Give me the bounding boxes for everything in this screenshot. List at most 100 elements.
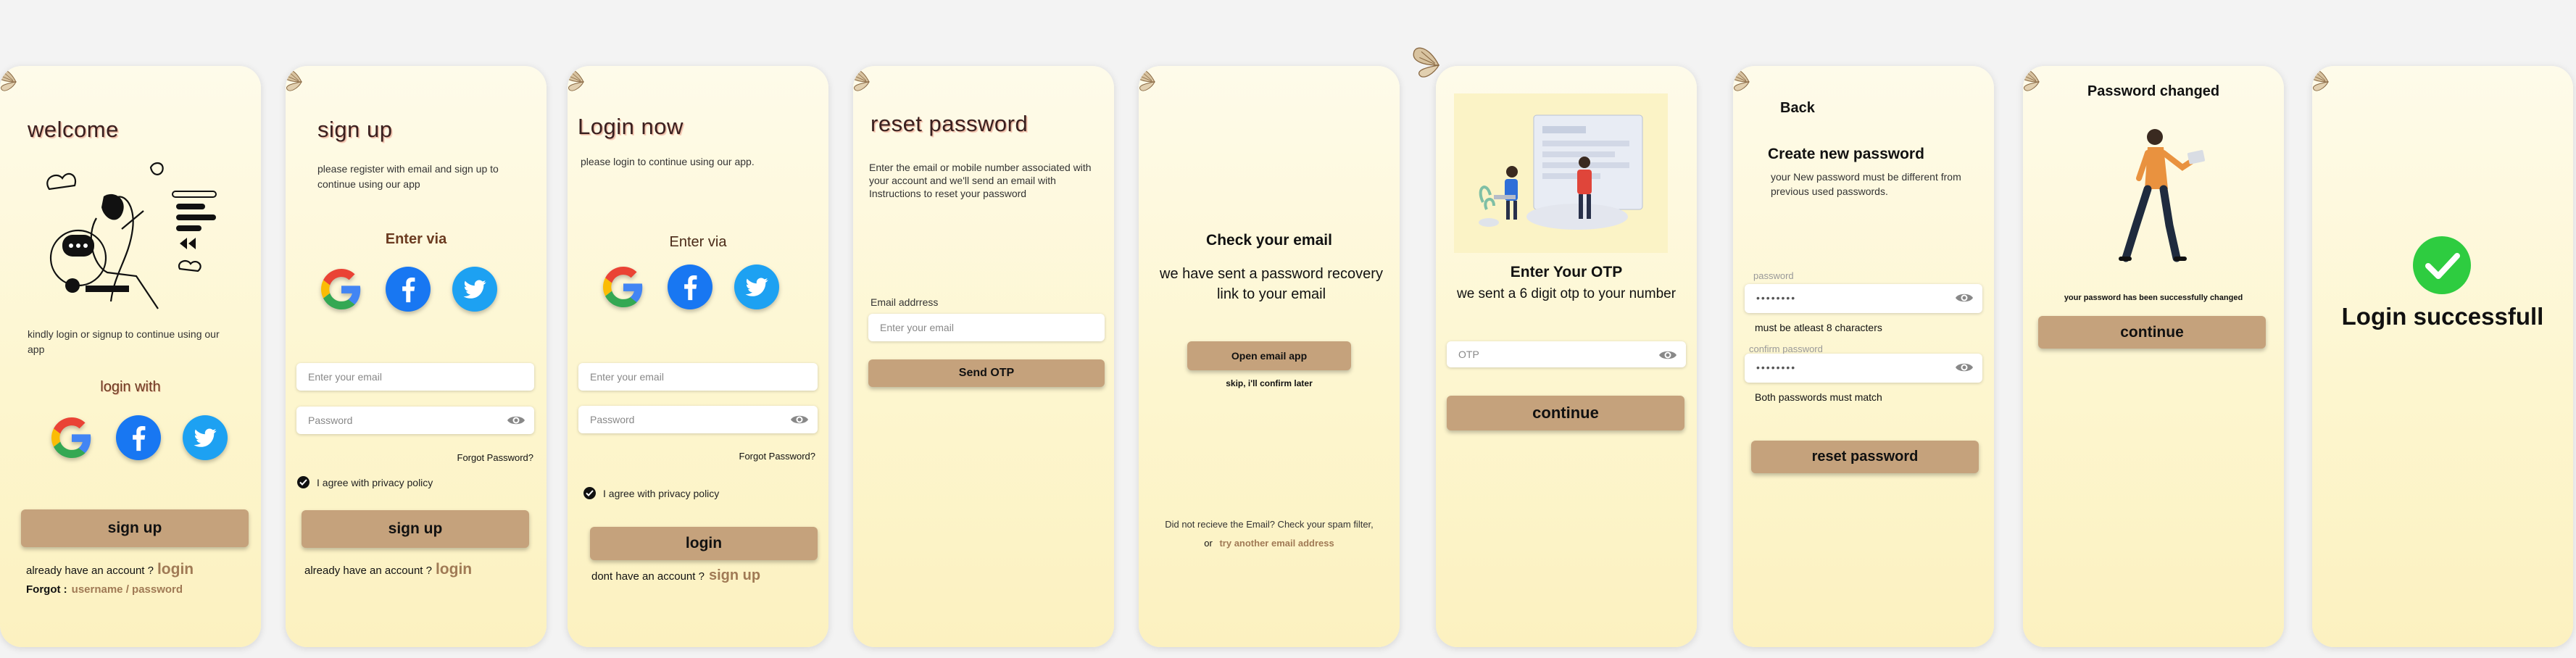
password-hint: must be atleast 8 characters <box>1755 322 1882 333</box>
have-account-text: already have an account ? <box>26 565 154 577</box>
checkbox[interactable] <box>297 476 309 488</box>
moth-icon <box>286 66 323 104</box>
twitter-button[interactable] <box>733 263 781 311</box>
google-button[interactable] <box>48 414 96 462</box>
google-icon <box>321 269 362 309</box>
confirm-password-hint: Both passwords must match <box>1755 391 1882 403</box>
page-title: Check your email <box>1206 232 1332 249</box>
try-another-email-link[interactable]: try another email address <box>1219 538 1334 549</box>
moth-icon <box>1733 66 1771 104</box>
eye-icon[interactable] <box>790 413 809 426</box>
otp-description: we sent a 6 digit otp to your number <box>1456 286 1677 301</box>
privacy-checkbox-row[interactable]: I agree with privacy policy <box>297 476 433 488</box>
have-account-row: already have an account ? login <box>304 561 472 578</box>
page-title: welcome <box>28 117 119 142</box>
skip-link[interactable]: skip, i'll confirm later <box>1139 378 1400 388</box>
moth-icon <box>853 66 891 104</box>
signup-description: please register with email and sign up t… <box>317 163 499 190</box>
privacy-checkbox-row[interactable]: I agree with privacy policy <box>583 487 719 499</box>
eye-icon[interactable] <box>507 414 525 427</box>
otp-input[interactable]: OTP <box>1447 341 1686 367</box>
signup-link[interactable]: sign up <box>709 567 760 584</box>
page-title: Login successfull <box>2341 303 2544 330</box>
forgot-label: Forgot : <box>26 583 67 596</box>
otp-illustration-image <box>1479 114 1643 230</box>
confirm-password-value: •••••••• <box>1756 362 1797 373</box>
send-otp-button[interactable]: Send OTP <box>868 359 1105 387</box>
google-button[interactable] <box>599 263 647 311</box>
signup-button[interactable]: sign up <box>21 509 249 547</box>
screen-new-password: Back Create new password your New passwo… <box>1733 66 1994 647</box>
otp-placeholder: OTP <box>1458 349 1479 360</box>
login-button[interactable]: login <box>590 527 818 560</box>
no-account-row: dont have an account ? sign up <box>591 567 760 584</box>
moth-icon <box>0 66 38 104</box>
password-placeholder: Password <box>590 414 635 425</box>
checkbox[interactable] <box>583 487 596 499</box>
forgot-password-link[interactable]: Forgot Password? <box>457 452 534 463</box>
password-placeholder: Password <box>308 415 353 426</box>
password-input[interactable]: Password <box>296 407 534 434</box>
login-link[interactable]: login <box>157 561 194 578</box>
page-title: reset password <box>871 111 1029 136</box>
login-description: please login to continue using our app. <box>581 156 755 167</box>
walking-person-illustration <box>2119 129 2206 262</box>
screen-reset-password: reset password Enter the email or mobile… <box>853 66 1114 647</box>
forgot-link[interactable]: username / password <box>72 583 183 596</box>
check-email-description: we have sent a password recovery link to… <box>1160 266 1383 302</box>
enter-via-label: Enter via <box>669 234 727 250</box>
screen-login-success: Login successfull <box>2312 66 2573 647</box>
google-icon <box>603 267 644 307</box>
open-email-app-button[interactable]: Open email app <box>1187 341 1351 370</box>
continue-button[interactable]: continue <box>2038 316 2266 349</box>
password-label: password <box>1753 270 1794 281</box>
reset-password-button[interactable]: reset password <box>1751 441 1979 473</box>
page-title: sign up <box>317 117 393 142</box>
otp-illustration <box>1454 93 1668 253</box>
eye-icon[interactable] <box>1658 349 1677 362</box>
forgot-row: Forgot : username / password <box>26 583 183 596</box>
google-icon <box>51 417 92 458</box>
signup-button[interactable]: sign up <box>302 510 529 548</box>
screen-check-email: Check your email we have sent a password… <box>1139 66 1400 647</box>
twitter-button[interactable] <box>181 414 229 462</box>
try-another-row: or try another email address <box>1139 538 1400 549</box>
screen-login: Login now please login to continue using… <box>568 66 828 647</box>
screen-password-changed: Password changed your password has been … <box>2023 66 2284 647</box>
have-account-row: already have an account ? login <box>26 561 194 578</box>
social-login-group <box>48 414 229 462</box>
google-button[interactable] <box>317 265 365 313</box>
moth-icon <box>568 66 605 104</box>
email-input[interactable]: Enter your email <box>578 363 818 391</box>
facebook-icon <box>668 265 712 309</box>
check-icon <box>2413 236 2471 294</box>
enter-via-label: Enter via <box>385 231 447 247</box>
page-title: Password changed <box>2087 83 2220 99</box>
email-label: Email addrress <box>871 296 939 308</box>
confirm-password-input[interactable]: •••••••• <box>1745 354 1982 383</box>
forgot-password-link[interactable]: Forgot Password? <box>739 451 816 462</box>
password-input[interactable]: •••••••• <box>1745 284 1982 313</box>
facebook-button[interactable] <box>384 265 432 313</box>
facebook-button[interactable] <box>115 414 162 462</box>
no-account-text: dont have an account ? <box>591 570 705 583</box>
privacy-label: I agree with privacy policy <box>603 487 720 499</box>
eye-icon[interactable] <box>1955 361 1974 374</box>
facebook-button[interactable] <box>666 263 714 311</box>
reset-description: Enter the email or mobile number associa… <box>869 162 1092 199</box>
email-input[interactable]: Enter your email <box>296 363 534 391</box>
login-link[interactable]: login <box>436 561 472 578</box>
back-link[interactable]: Back <box>1780 100 1815 117</box>
check-icon <box>586 490 594 496</box>
check-icon <box>299 479 307 486</box>
twitter-button[interactable] <box>451 265 499 313</box>
email-input[interactable]: Enter your email <box>868 314 1105 341</box>
eye-icon[interactable] <box>1955 291 1974 304</box>
twitter-icon <box>734 265 779 309</box>
password-value: •••••••• <box>1756 292 1797 304</box>
screen-otp: Enter Your OTP we sent a 6 digit otp to … <box>1436 66 1697 647</box>
facebook-icon <box>116 415 161 460</box>
page-title: Login now <box>578 114 684 139</box>
continue-button[interactable]: continue <box>1447 396 1684 430</box>
password-input[interactable]: Password <box>578 406 818 433</box>
